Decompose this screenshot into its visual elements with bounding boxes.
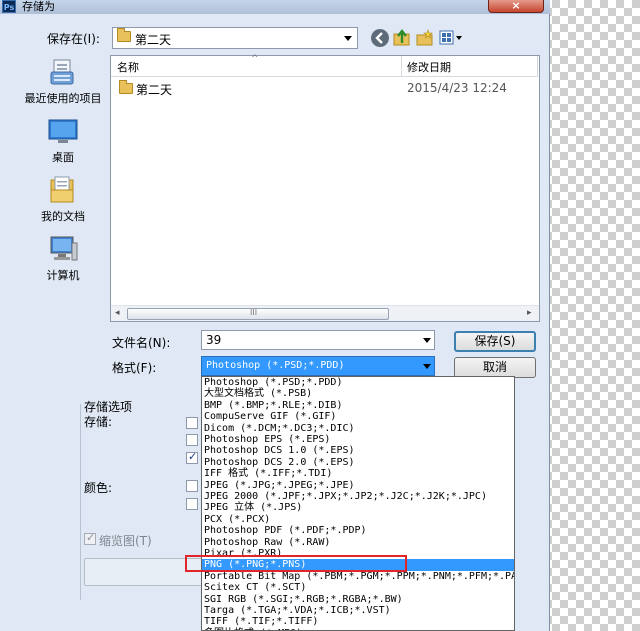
format-option[interactable]: Scitex CT (*.SCT) bbox=[202, 582, 514, 593]
format-option[interactable]: CompuServe GIF (*.GIF) bbox=[202, 411, 514, 422]
folder-icon bbox=[119, 80, 133, 94]
format-option[interactable]: JPEG 2000 (*.JPF;*.JPX;*.JP2;*.J2C;*.J2K… bbox=[202, 491, 514, 502]
recent-items-icon bbox=[48, 58, 78, 86]
filename-label: 文件名(N): bbox=[112, 336, 171, 350]
list-item[interactable]: 第二天 2015/4/23 12:24 bbox=[111, 78, 539, 98]
format-option[interactable]: Photoshop DCS 2.0 (*.EPS) bbox=[202, 457, 514, 468]
close-button[interactable]: × bbox=[488, 0, 544, 13]
format-option[interactable]: TIFF (*.TIF;*.TIFF) bbox=[202, 616, 514, 627]
save-in-combo[interactable]: 第二天 bbox=[112, 27, 358, 49]
file-list[interactable]: 名称 ^ 修改日期 第二天 2015/4/23 12:24 ◂ III ▸ bbox=[110, 54, 540, 322]
computer-icon bbox=[48, 235, 78, 263]
thumbnail-checkbox bbox=[84, 531, 96, 545]
column-header-name[interactable]: 名称 ^ bbox=[111, 54, 402, 77]
folder-icon bbox=[117, 28, 131, 42]
format-option[interactable]: BMP (*.BMP;*.RLE;*.DIB) bbox=[202, 400, 514, 411]
format-label: 格式(F): bbox=[112, 361, 157, 375]
format-option[interactable]: SGI RGB (*.SGI;*.RGB;*.RGBA;*.BW) bbox=[202, 594, 514, 605]
format-option[interactable]: Dicom (*.DCM;*.DC3;*.DIC) bbox=[202, 423, 514, 434]
chevron-down-icon[interactable] bbox=[423, 364, 431, 369]
up-folder-icon[interactable] bbox=[393, 29, 411, 47]
scroll-left-icon[interactable]: ◂ bbox=[115, 308, 120, 318]
place-label: 最近使用的项目 bbox=[24, 92, 102, 105]
format-option[interactable]: JPEG 立体 (*.JPS) bbox=[202, 502, 514, 513]
thumbnail-label: 缩览图(T) bbox=[99, 534, 152, 548]
format-option[interactable]: JPEG (*.JPG;*.JPEG;*.JPE) bbox=[202, 480, 514, 491]
file-name: 第二天 bbox=[136, 83, 173, 97]
place-computer[interactable]: 计算机 bbox=[12, 235, 114, 283]
place-desktop[interactable]: 桌面 bbox=[12, 117, 114, 165]
cancel-button[interactable]: 取消 bbox=[454, 357, 536, 378]
photoshop-icon: Ps bbox=[2, 0, 16, 13]
place-label: 计算机 bbox=[46, 269, 80, 282]
place-label: 桌面 bbox=[52, 151, 74, 164]
format-select[interactable]: Photoshop (*.PSD;*.PDD) bbox=[201, 356, 435, 376]
save-in-label: 保存在(I): bbox=[47, 32, 100, 46]
format-option[interactable]: IFF 格式 (*.IFF;*.TDI) bbox=[202, 468, 514, 479]
save-in-value: 第二天 bbox=[135, 33, 172, 47]
format-option[interactable]: Photoshop (*.PSD;*.PDD) bbox=[202, 377, 514, 388]
format-option[interactable]: Photoshop DCS 1.0 (*.EPS) bbox=[202, 445, 514, 456]
storage-label: 存储: bbox=[84, 415, 113, 429]
dialog-title: 存储为 bbox=[22, 0, 55, 13]
format-option[interactable]: 大型文档格式 (*.PSB) bbox=[202, 388, 514, 399]
storage-option-checkbox[interactable] bbox=[186, 450, 198, 464]
color-option-checkbox[interactable] bbox=[186, 480, 198, 492]
filename-input[interactable]: 39 bbox=[201, 330, 435, 350]
place-recent-items[interactable]: 最近使用的项目 bbox=[12, 58, 114, 106]
title-bar: Ps 存储为 × bbox=[0, 0, 550, 14]
format-option[interactable]: Photoshop EPS (*.EPS) bbox=[202, 434, 514, 445]
scrollbar-thumb[interactable]: III bbox=[127, 308, 389, 320]
chevron-down-icon[interactable] bbox=[423, 338, 431, 343]
color-option-checkbox[interactable] bbox=[186, 498, 198, 510]
desktop-icon bbox=[48, 117, 78, 145]
format-option[interactable]: Portable Bit Map (*.PBM;*.PGM;*.PPM;*.PN… bbox=[202, 571, 514, 582]
storage-option-checkbox[interactable] bbox=[186, 417, 198, 429]
format-option[interactable]: PCX (*.PCX) bbox=[202, 514, 514, 525]
format-option[interactable]: Photoshop PDF (*.PDF;*.PDP) bbox=[202, 525, 514, 536]
sort-ascending-icon: ^ bbox=[251, 54, 259, 64]
column-header-modified[interactable]: 修改日期 bbox=[402, 56, 538, 77]
color-label: 颜色: bbox=[84, 481, 113, 495]
scroll-grip: III bbox=[250, 308, 258, 317]
horizontal-scrollbar[interactable]: ◂ III ▸ bbox=[111, 305, 539, 321]
save-button[interactable]: 保存(S) bbox=[454, 331, 536, 352]
format-dropdown-list[interactable]: Photoshop (*.PSD;*.PDD) 大型文档格式 (*.PSB) BMP… bbox=[201, 376, 515, 631]
column-name-label: 名称 bbox=[117, 61, 139, 74]
place-label: 我的文档 bbox=[41, 210, 85, 223]
scroll-right-icon[interactable]: ▸ bbox=[527, 308, 532, 318]
place-documents[interactable]: 我的文档 bbox=[12, 176, 114, 224]
views-menu-icon[interactable] bbox=[439, 29, 463, 47]
back-icon[interactable] bbox=[371, 29, 389, 47]
storage-option-checkbox[interactable] bbox=[186, 434, 198, 446]
chevron-down-icon bbox=[344, 36, 352, 41]
format-option[interactable]: Targa (*.TGA;*.VDA;*.ICB;*.VST) bbox=[202, 605, 514, 616]
new-folder-icon[interactable] bbox=[416, 29, 434, 47]
annotation-highlight-box bbox=[185, 555, 407, 572]
format-option[interactable]: Photoshop Raw (*.RAW) bbox=[202, 537, 514, 548]
documents-icon bbox=[48, 176, 78, 204]
options-group-border bbox=[80, 404, 82, 600]
file-modified-date: 2015/4/23 12:24 bbox=[407, 81, 507, 95]
